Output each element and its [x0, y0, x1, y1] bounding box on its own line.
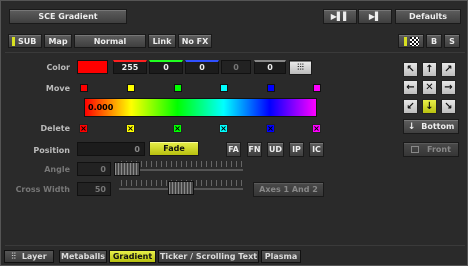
angle-field[interactable]: 0: [77, 162, 111, 176]
nofx-button[interactable]: No FX: [178, 34, 212, 48]
tab-ticker[interactable]: Ticker / Scrolling Text: [158, 250, 259, 263]
delete-marker-blue[interactable]: ×: [266, 124, 275, 133]
move-label: Move: [45, 84, 70, 93]
b-button[interactable]: B: [426, 34, 442, 48]
checker-icon: [403, 36, 407, 46]
layer-tab[interactable]: ⫶⫶ Layer: [4, 250, 54, 263]
tab-plasma[interactable]: Plasma: [261, 250, 301, 263]
tabs-divider: [5, 245, 465, 246]
arrow-down-left-icon[interactable]: ↙: [403, 99, 418, 114]
front-label: Front: [427, 145, 451, 154]
arrow-up-right-icon[interactable]: ↗: [441, 62, 456, 77]
play-step-button[interactable]: ▶▌: [358, 9, 392, 24]
delete-marker-red[interactable]: ×: [79, 124, 88, 133]
axes-button[interactable]: Axes 1 And 2: [253, 182, 324, 197]
position-field[interactable]: 0: [77, 142, 145, 156]
tab-metaballs[interactable]: Metaballs: [59, 250, 107, 263]
angle-slider-thumb[interactable]: [114, 162, 140, 176]
sub-label: SUB: [18, 36, 37, 46]
color-label: Color: [46, 63, 70, 72]
fn-button[interactable]: FN: [247, 142, 262, 157]
cross-width-slider-thumb[interactable]: [168, 181, 194, 195]
arrow-up-left-icon[interactable]: ↖: [403, 62, 418, 77]
move-marker-green[interactable]: [174, 84, 182, 92]
move-marker-red[interactable]: [80, 84, 88, 92]
color-white-field[interactable]: 0: [221, 60, 251, 74]
arrow-up-icon[interactable]: ↑: [422, 62, 437, 77]
color-blue-field[interactable]: 0: [185, 60, 219, 74]
bottom-label: Bottom: [421, 122, 455, 131]
fa-button[interactable]: FA: [226, 142, 241, 157]
gradient-bar[interactable]: 0.000: [84, 98, 317, 117]
cross-width-label: Cross Width: [15, 185, 70, 194]
angle-label: Angle: [44, 165, 70, 174]
color-green-field[interactable]: 0: [149, 60, 183, 74]
delete-label: Delete: [40, 124, 70, 133]
play-to-end-button[interactable]: ▶▌▌: [323, 9, 357, 24]
center-x-icon[interactable]: ✕: [422, 80, 437, 95]
delete-marker-yellow[interactable]: ×: [126, 124, 135, 133]
front-icon: [411, 146, 420, 153]
move-marker-magenta[interactable]: [313, 84, 321, 92]
arrow-down-icon[interactable]: ↓: [422, 99, 437, 114]
bottom-button[interactable]: ↓ Bottom: [403, 119, 459, 134]
layer-tab-label: Layer: [21, 252, 47, 261]
arrow-right-icon[interactable]: →: [441, 80, 456, 95]
delete-marker-cyan[interactable]: ×: [219, 124, 228, 133]
move-marker-cyan[interactable]: [220, 84, 228, 92]
color-alpha-field[interactable]: 0: [254, 60, 286, 74]
toolbar-divider: [5, 52, 465, 53]
s-button[interactable]: S: [444, 34, 460, 48]
color-red-field[interactable]: 255: [113, 60, 147, 74]
play-step-icon: ▶▌: [368, 12, 382, 21]
position-label: Position: [33, 146, 70, 155]
down-arrow-icon: ↓: [407, 121, 416, 132]
arrow-down-right-icon[interactable]: ↘: [441, 99, 456, 114]
grid-toggle-button[interactable]: [398, 34, 424, 48]
sub-indicator-icon: [12, 36, 15, 46]
cross-width-field[interactable]: 50: [77, 182, 111, 196]
front-button[interactable]: Front: [403, 142, 459, 157]
checkerboard-icon: [409, 36, 419, 46]
play-end-icon: ▶▌▌: [330, 12, 350, 21]
arrow-left-icon[interactable]: ←: [403, 80, 418, 95]
ud-button[interactable]: UD: [267, 142, 284, 157]
move-marker-yellow[interactable]: [127, 84, 135, 92]
tab-gradient[interactable]: Gradient: [109, 250, 156, 263]
blend-mode-button[interactable]: Normal: [74, 34, 146, 48]
sub-button[interactable]: SUB: [8, 34, 42, 48]
delete-marker-magenta[interactable]: ×: [312, 124, 321, 133]
color-mixer-button[interactable]: ⫶⫶⫶: [289, 60, 312, 75]
fade-button[interactable]: Fade: [149, 141, 199, 156]
link-button[interactable]: Link: [148, 34, 176, 48]
effect-panel: SCE Gradient ▶▌▌ ▶▌ Defaults SUB Map Nor…: [0, 0, 468, 266]
delete-marker-green[interactable]: ×: [173, 124, 182, 133]
ip-button[interactable]: IP: [289, 142, 304, 157]
defaults-button[interactable]: Defaults: [395, 9, 461, 24]
color-swatch[interactable]: [77, 60, 108, 74]
move-marker-blue[interactable]: [267, 84, 275, 92]
sliders-icon: ⫶⫶⫶: [297, 62, 304, 73]
gradient-value: 0.000: [88, 103, 114, 112]
map-button[interactable]: Map: [44, 34, 72, 48]
ic-button[interactable]: IC: [309, 142, 324, 157]
layer-sliders-icon: ⫶⫶: [11, 251, 16, 262]
effect-title-button[interactable]: SCE Gradient: [9, 9, 127, 24]
